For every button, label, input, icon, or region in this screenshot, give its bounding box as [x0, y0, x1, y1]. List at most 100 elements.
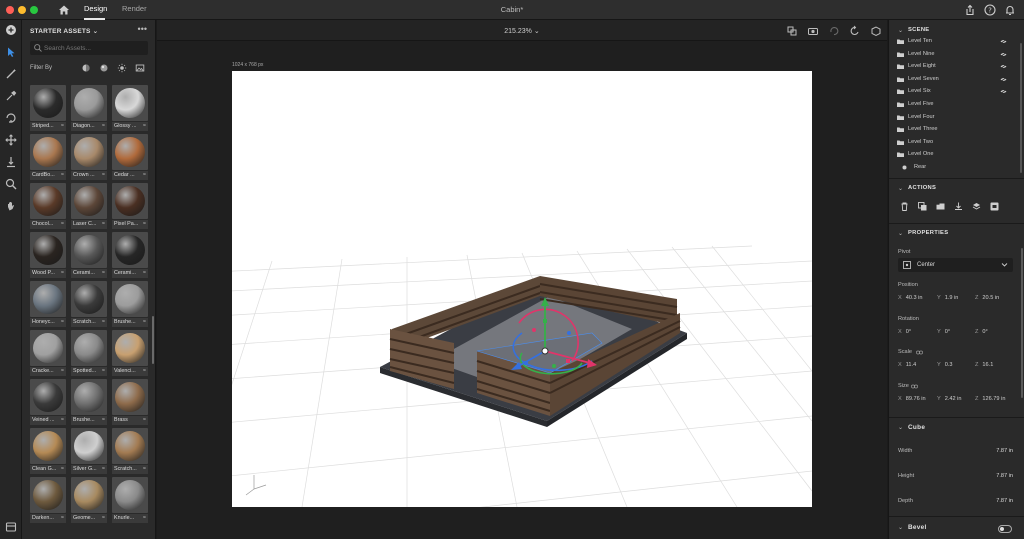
- asset-tile[interactable]: Brushe... ≈: [112, 281, 148, 328]
- chevron-down-icon[interactable]: ⌄: [898, 185, 903, 192]
- properties-scrollbar[interactable]: [1021, 248, 1023, 398]
- assets-scrollbar[interactable]: [152, 316, 154, 364]
- filter-models-icon[interactable]: [81, 63, 91, 73]
- adjust-icon[interactable]: ≈: [61, 319, 64, 325]
- position-z-field[interactable]: Z 20.5 in: [975, 295, 999, 301]
- scene-item[interactable]: Rear: [897, 163, 1019, 175]
- adjust-icon[interactable]: ≈: [102, 270, 105, 276]
- scene-item[interactable]: Level Five: [897, 100, 1019, 112]
- rotation-y-field[interactable]: Y 0°: [937, 329, 950, 335]
- adjust-icon[interactable]: ≈: [61, 466, 64, 472]
- filter-materials-icon[interactable]: [99, 63, 109, 73]
- asset-tile[interactable]: Brass ≈: [112, 379, 148, 426]
- hand-pan-icon[interactable]: [4, 199, 18, 213]
- asset-tile[interactable]: Scratch... ≈: [112, 428, 148, 475]
- filter-images-icon[interactable]: [135, 63, 145, 73]
- adjust-icon[interactable]: ≈: [102, 123, 105, 129]
- asset-tile[interactable]: Cerami... ≈: [71, 232, 107, 279]
- asset-tile[interactable]: Chocol... ≈: [30, 183, 66, 230]
- duplicate-icon[interactable]: [917, 201, 928, 212]
- hidden-eye-icon[interactable]: [1000, 89, 1007, 95]
- asset-tile[interactable]: Scratch... ≈: [71, 281, 107, 328]
- tab-render[interactable]: Render: [122, 4, 147, 13]
- rotate-camera-icon[interactable]: [848, 24, 862, 38]
- adjust-icon[interactable]: ≈: [61, 368, 64, 374]
- camera-views-icon[interactable]: [785, 24, 799, 38]
- scene-item[interactable]: Level Three: [897, 125, 1019, 137]
- asset-tile[interactable]: Pixel Pa... ≈: [112, 183, 148, 230]
- frame-icon[interactable]: [989, 201, 1000, 212]
- adjust-icon[interactable]: ≈: [143, 172, 146, 178]
- adjust-icon[interactable]: ≈: [143, 368, 146, 374]
- hidden-eye-icon[interactable]: [1000, 39, 1007, 44]
- tab-design[interactable]: Design: [84, 4, 107, 13]
- asset-tile[interactable]: Veined ... ≈: [30, 379, 66, 426]
- asset-tile[interactable]: Clean G... ≈: [30, 428, 66, 475]
- cube-header[interactable]: Cube: [908, 424, 925, 431]
- adjust-icon[interactable]: ≈: [61, 172, 64, 178]
- hidden-eye-icon[interactable]: [1000, 51, 1007, 57]
- maximize-window-button[interactable]: [30, 6, 38, 14]
- orbit-icon[interactable]: [4, 111, 18, 125]
- scale-y-field[interactable]: Y 0.3: [937, 362, 953, 368]
- adjust-icon[interactable]: ≈: [143, 123, 146, 129]
- chevron-down-icon[interactable]: ⌄: [898, 230, 903, 237]
- adjust-icon[interactable]: ≈: [143, 417, 146, 423]
- adjust-icon[interactable]: ≈: [102, 466, 105, 472]
- cabin-model[interactable]: [380, 276, 687, 427]
- help-icon[interactable]: ?: [983, 3, 997, 17]
- delete-icon[interactable]: [899, 201, 910, 212]
- adjust-icon[interactable]: ≈: [102, 221, 105, 227]
- adjust-icon[interactable]: ≈: [143, 319, 146, 325]
- scene-item[interactable]: Level Six: [897, 87, 1019, 99]
- search-input[interactable]: [44, 42, 144, 54]
- asset-tile[interactable]: Striped... ≈: [30, 85, 66, 132]
- scale-z-field[interactable]: Z 16.1: [975, 362, 993, 368]
- asset-tile[interactable]: Brushe... ≈: [71, 379, 107, 426]
- scene-item[interactable]: Level One: [897, 150, 1019, 162]
- notifications-icon[interactable]: [1003, 3, 1017, 17]
- home-icon[interactable]: [57, 3, 71, 17]
- bevel-header[interactable]: Bevel: [908, 524, 927, 531]
- scene-scrollbar[interactable]: [1020, 43, 1022, 173]
- adjust-icon[interactable]: ≈: [102, 172, 105, 178]
- scene-item[interactable]: Level Two: [897, 138, 1019, 150]
- eyedropper-icon[interactable]: [4, 89, 18, 103]
- cube-width-row[interactable]: Width 7.87 in: [898, 448, 1016, 454]
- asset-tile[interactable]: Glossy ... ≈: [112, 85, 148, 132]
- export-icon[interactable]: [953, 201, 964, 212]
- drop-to-ground-icon[interactable]: [4, 155, 18, 169]
- chevron-down-icon[interactable]: ⌄: [898, 27, 903, 34]
- zoom-icon[interactable]: [4, 177, 18, 191]
- scene-item[interactable]: Level Seven: [897, 75, 1019, 87]
- asset-tile[interactable]: Cracke... ≈: [30, 330, 66, 377]
- asset-tile[interactable]: Darken... ≈: [30, 477, 66, 524]
- size-z-field[interactable]: Z 126.79 in: [975, 396, 1005, 402]
- cube-height-row[interactable]: Height 7.87 in: [898, 473, 1016, 479]
- scene-item[interactable]: Level Four: [897, 113, 1019, 125]
- magic-wand-icon[interactable]: [4, 67, 18, 81]
- adjust-icon[interactable]: ≈: [61, 221, 64, 227]
- add-icon[interactable]: [4, 23, 18, 37]
- position-x-field[interactable]: X 40.3 in: [898, 295, 923, 301]
- adjust-icon[interactable]: ≈: [102, 515, 105, 521]
- asset-tile[interactable]: Silver G... ≈: [71, 428, 107, 475]
- adjust-icon[interactable]: ≈: [143, 221, 146, 227]
- share-icon[interactable]: [963, 3, 977, 17]
- 3d-viewport[interactable]: [232, 71, 812, 507]
- reset-camera-icon[interactable]: [869, 24, 883, 38]
- chevron-down-icon[interactable]: ⌄: [898, 524, 903, 531]
- adjust-icon[interactable]: ≈: [143, 270, 146, 276]
- asset-tile[interactable]: CardBo... ≈: [30, 134, 66, 181]
- asset-tile[interactable]: Valenci... ≈: [112, 330, 148, 377]
- asset-tile[interactable]: Knurle... ≈: [112, 477, 148, 524]
- asset-tile[interactable]: Cedar ... ≈: [112, 134, 148, 181]
- rotation-z-field[interactable]: Z 0°: [975, 329, 988, 335]
- properties-header[interactable]: PROPERTIES: [908, 230, 948, 236]
- asset-tile[interactable]: Cerami... ≈: [112, 232, 148, 279]
- close-window-button[interactable]: [6, 6, 14, 14]
- chevron-down-icon[interactable]: ⌄: [898, 424, 903, 431]
- asset-tile[interactable]: Crown ... ≈: [71, 134, 107, 181]
- scene-item[interactable]: Level Nine: [897, 50, 1019, 62]
- minimize-window-button[interactable]: [18, 6, 26, 14]
